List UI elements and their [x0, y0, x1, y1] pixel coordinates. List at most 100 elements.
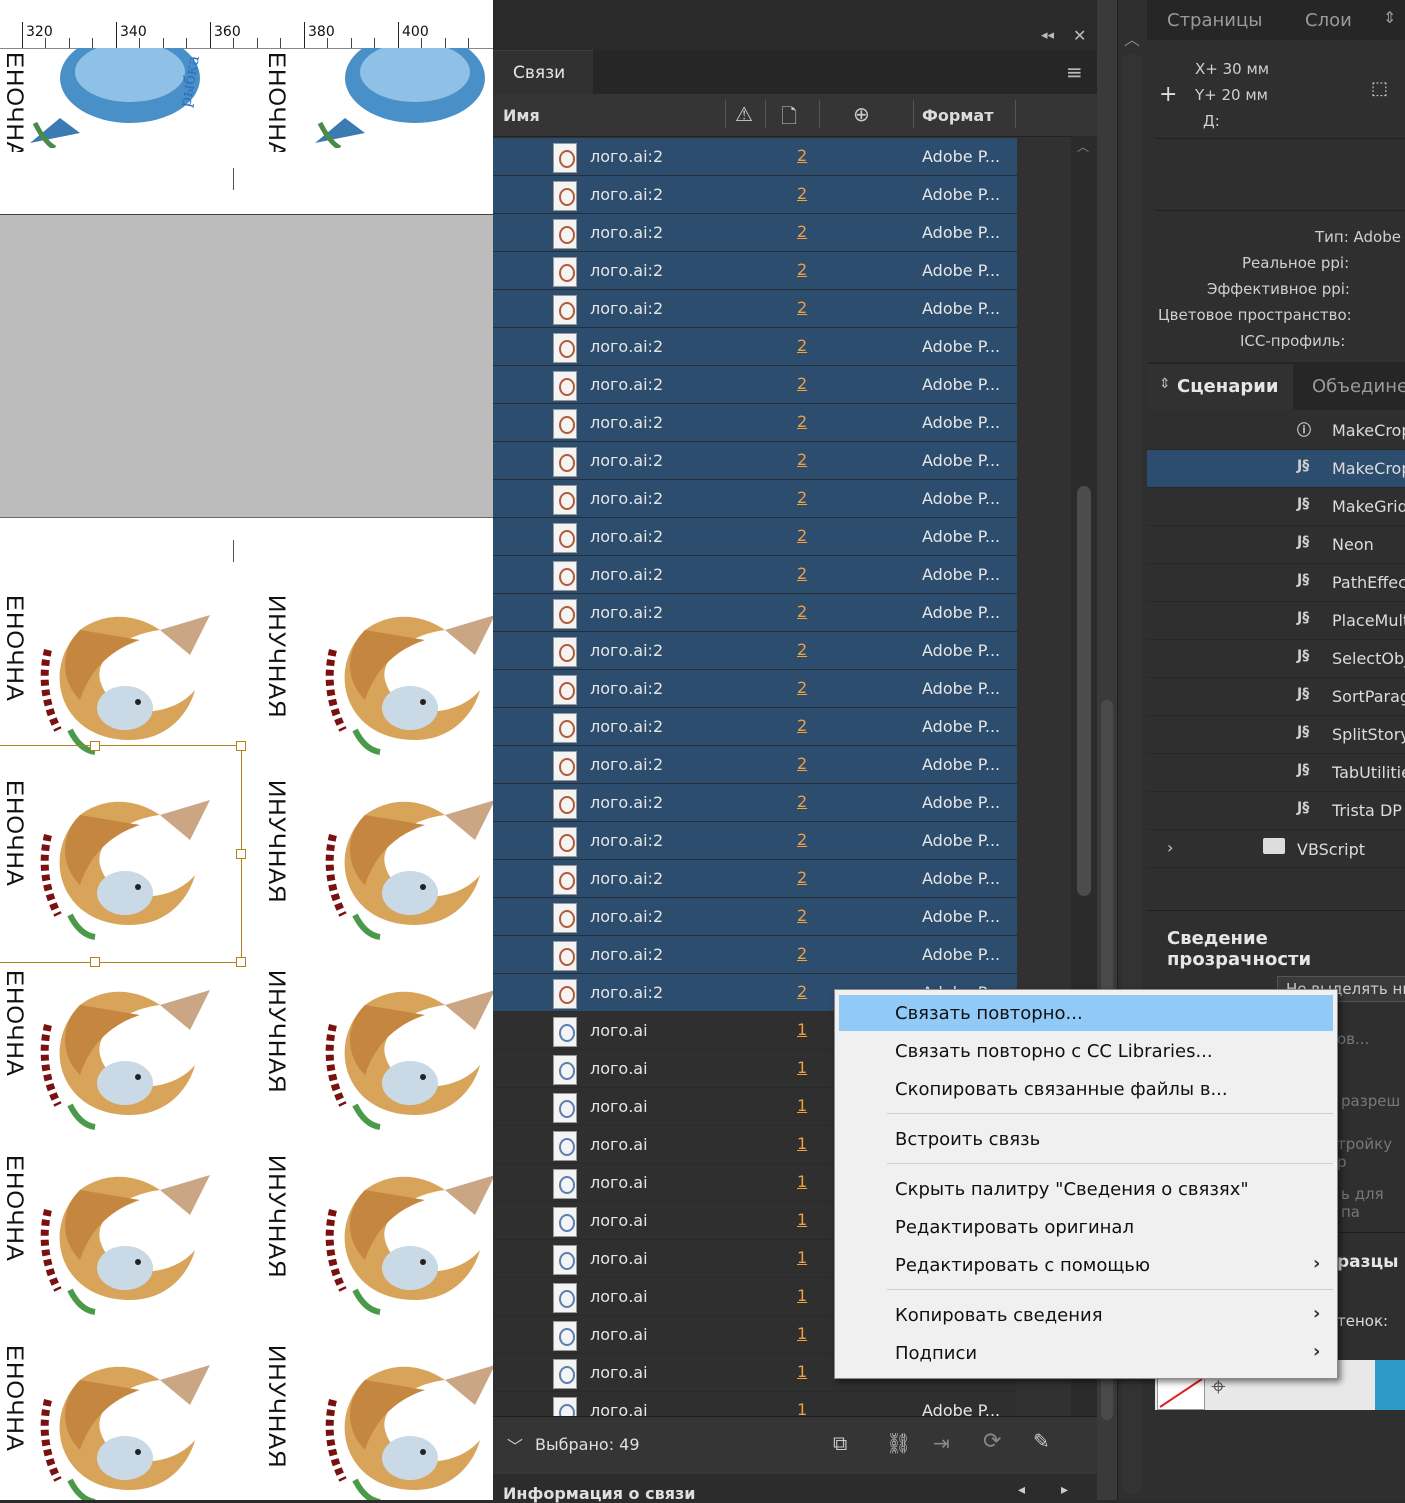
link-row[interactable]: лого.ai:2 2 Adobe P... — [493, 936, 1017, 974]
menu-captions[interactable]: Подписи › — [839, 1335, 1333, 1371]
link-page[interactable]: 2 — [797, 640, 807, 659]
crop-frame-icon[interactable]: ⬚ — [1371, 78, 1388, 99]
link-page[interactable]: 1 — [797, 1324, 807, 1343]
tab-layers[interactable]: Слои — [1305, 10, 1352, 31]
prev-icon[interactable]: ◂ — [1018, 1482, 1025, 1498]
fish-logo-image[interactable] — [20, 1150, 220, 1324]
link-row[interactable]: лого.ai:2 2 Adobe P... — [493, 556, 1017, 594]
link-row[interactable]: лого.ai:2 2 Adobe P... — [493, 518, 1017, 556]
link-page[interactable]: 2 — [797, 526, 807, 545]
tab-flattener[interactable]: Объедине — [1312, 376, 1405, 397]
link-row[interactable]: лого.ai:2 2 Adobe P... — [493, 822, 1017, 860]
panel-menu-icon[interactable]: ≡ — [1066, 60, 1083, 84]
link-row[interactable]: лого.ai:2 2 Adobe P... — [493, 214, 1017, 252]
link-page[interactable]: 1 — [797, 1172, 807, 1191]
link-row[interactable]: лого.ai:2 2 Adobe P... — [493, 252, 1017, 290]
edit-original-icon[interactable]: ✎ — [1033, 1429, 1050, 1453]
link-page[interactable]: 1 — [797, 1058, 807, 1077]
link-row[interactable]: лого.ai:2 2 Adobe P... — [493, 442, 1017, 480]
link-page[interactable]: 2 — [797, 146, 807, 165]
script-item[interactable]: J§ PathEffec — [1147, 564, 1405, 602]
menu-edit-original[interactable]: Редактировать оригинал — [839, 1209, 1333, 1245]
warning-icon[interactable]: ⚠ — [735, 102, 753, 126]
link-page[interactable]: 1 — [797, 1020, 807, 1039]
link-page[interactable]: 1 — [797, 1134, 807, 1153]
link-page[interactable]: 1 — [797, 1362, 807, 1381]
link-row[interactable]: лого.ai:2 2 Adobe P... — [493, 670, 1017, 708]
blue-fish-image[interactable]: рыбка — [20, 33, 220, 152]
link-page[interactable]: 2 — [797, 374, 807, 393]
cc-libraries-relink-icon[interactable]: ⧉ — [833, 1431, 847, 1455]
link-row[interactable]: лого.ai:2 2 Adobe P... — [493, 594, 1017, 632]
cyan-swatch[interactable] — [1375, 1360, 1405, 1410]
link-page[interactable]: 2 — [797, 754, 807, 773]
link-page[interactable]: 2 — [797, 564, 807, 583]
close-icon[interactable]: ✕ — [1073, 26, 1086, 45]
link-row[interactable]: лого.ai:2 2 Adobe P... — [493, 898, 1017, 936]
link-page[interactable]: 2 — [797, 792, 807, 811]
link-page[interactable]: 2 — [797, 602, 807, 621]
link-row[interactable]: лого.ai:2 2 Adobe P... — [493, 708, 1017, 746]
link-row[interactable]: лого.ai:2 2 Adobe P... — [493, 366, 1017, 404]
link-row[interactable]: лого.ai:2 2 Adobe P... — [493, 632, 1017, 670]
link-page[interactable]: 1 — [797, 1286, 807, 1305]
tab-links[interactable]: Связи — [493, 50, 593, 95]
script-item[interactable]: J§ MakeCrop — [1147, 450, 1405, 488]
link-page[interactable]: 2 — [797, 336, 807, 355]
link-row[interactable]: лого.ai:2 2 Adobe P... — [493, 860, 1017, 898]
expand-info-icon[interactable]: ﹀ — [507, 1433, 523, 1457]
selection-frame[interactable] — [0, 741, 246, 967]
fish-logo-image[interactable] — [305, 1150, 493, 1324]
link-page[interactable]: 2 — [797, 678, 807, 697]
script-item[interactable]: ⓘ MakeCrop — [1147, 412, 1405, 450]
reference-point-icon[interactable]: + — [1159, 82, 1177, 107]
scroll-up-icon[interactable]: ︿ — [1077, 138, 1089, 155]
fish-logo-image[interactable] — [20, 590, 220, 764]
script-item[interactable]: J§ SortParag — [1147, 678, 1405, 716]
link-row[interactable]: лого.ai:2 2 Adobe P... — [493, 328, 1017, 366]
fish-logo-image[interactable] — [305, 775, 493, 949]
link-page[interactable]: 2 — [797, 412, 807, 431]
page-column-icon[interactable]: 🗋 — [781, 102, 797, 136]
link-row[interactable]: лого.ai:2 2 Adobe P... — [493, 176, 1017, 214]
dock-menu-chevron-icon[interactable]: ⇕ — [1383, 8, 1396, 27]
update-link-icon[interactable]: ⟳ — [983, 1429, 1001, 1454]
script-item[interactable]: J§ SelectObj — [1147, 640, 1405, 678]
menu-relink[interactable]: Связать повторно... — [839, 995, 1333, 1031]
fish-logo-image[interactable] — [305, 1340, 493, 1500]
link-page[interactable]: 2 — [797, 260, 807, 279]
link-row[interactable]: лого.ai:2 2 Adobe P... — [493, 404, 1017, 442]
link-page[interactable]: 2 — [797, 222, 807, 241]
link-page[interactable]: 2 — [797, 868, 807, 887]
go-to-link-icon[interactable]: ⇥ — [933, 1431, 950, 1455]
scripts-folder-row[interactable]: › VBScript — [1147, 830, 1405, 868]
link-row[interactable]: лого.ai:2 2 Adobe P... — [493, 746, 1017, 784]
link-page[interactable]: 1 — [797, 1210, 807, 1229]
menu-hide-link-info[interactable]: Скрыть палитру "Сведения о связях" — [839, 1171, 1333, 1207]
next-icon[interactable]: ▸ — [1061, 1482, 1068, 1498]
script-item[interactable]: J§ Neon — [1147, 526, 1405, 564]
tab-scripts-label[interactable]: Сценарии — [1177, 376, 1278, 397]
document-canvas[interactable]: 320 340 360 380 400 рыбка ЕНОЧНА ЕНОЧНА … — [0, 0, 493, 1500]
link-page[interactable]: 2 — [797, 450, 807, 469]
script-item[interactable]: J§ SplitStory — [1147, 716, 1405, 754]
link-row[interactable]: лого.ai:2 2 Adobe P... — [493, 138, 1017, 176]
expand-chevron-icon[interactable]: › — [1167, 838, 1173, 857]
link-page[interactable]: 1 — [797, 1096, 807, 1115]
scrollbar-thumb[interactable] — [1077, 486, 1091, 896]
link-page[interactable]: 2 — [797, 944, 807, 963]
relink-icon[interactable]: ⛓ — [886, 1431, 911, 1455]
link-page[interactable]: 1 — [797, 1248, 807, 1267]
blue-fish-image[interactable] — [305, 33, 493, 152]
link-page[interactable]: 2 — [797, 488, 807, 507]
none-swatch[interactable] — [1157, 1376, 1205, 1410]
link-page[interactable]: 2 — [797, 716, 807, 735]
link-page[interactable]: 2 — [797, 298, 807, 317]
color-space-icon[interactable]: ⊕ — [853, 102, 870, 126]
script-item[interactable]: J§ TabUtilitie — [1147, 754, 1405, 792]
link-page[interactable]: 2 — [797, 906, 807, 925]
column-name[interactable]: Имя — [503, 106, 540, 125]
horizontal-ruler[interactable]: 320 340 360 380 400 — [0, 0, 493, 49]
link-page[interactable]: 2 — [797, 830, 807, 849]
scroll-up-icon[interactable]: ︿ — [1124, 26, 1140, 50]
